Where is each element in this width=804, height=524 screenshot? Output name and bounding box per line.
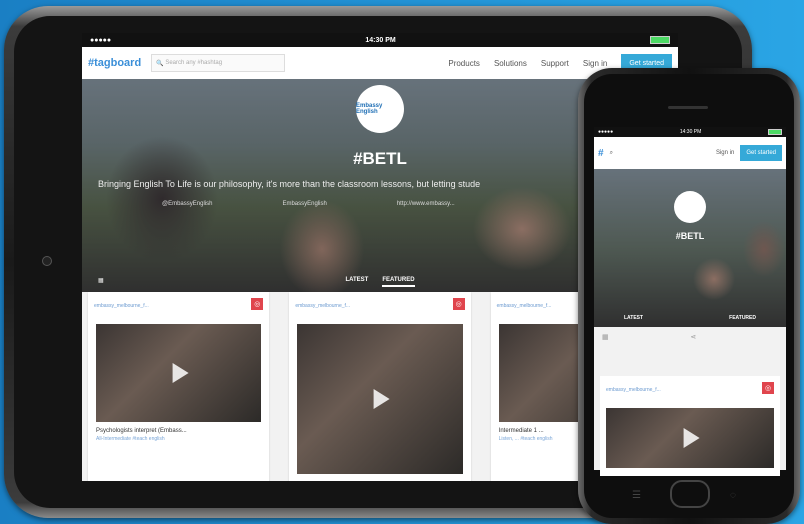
phone-toolbar: ▦ ⋖	[594, 327, 786, 347]
tab-latest[interactable]: LATEST	[624, 315, 643, 321]
grid-view-icon[interactable]: ▦	[602, 333, 609, 341]
tablet-camera	[42, 256, 52, 266]
tagboard-logo[interactable]: #tagboard	[88, 57, 141, 69]
instagram-icon: ◎	[251, 298, 264, 310]
nav-link-products[interactable]: Products	[448, 59, 480, 68]
status-time: 14:30 PM	[365, 36, 396, 44]
card-user[interactable]: embassy_melbourne_f...	[94, 303, 149, 309]
card-header: embassy_melbourne_f...	[88, 292, 269, 320]
card-user[interactable]: embassy_melbourne_f...	[497, 303, 552, 309]
battery-icon	[767, 129, 782, 135]
card-header: embassy_melbourne_f...	[600, 376, 780, 404]
instagram-icon: ◎	[452, 298, 465, 310]
home-button[interactable]	[670, 480, 710, 508]
video-thumbnail[interactable]	[96, 324, 262, 422]
card-user[interactable]: embassy_melbourne_f...	[295, 303, 350, 309]
instagram-icon: ◎	[762, 382, 774, 394]
post-card[interactable]: embassy_melbourne_f... ◎ Psychologists i…	[88, 292, 270, 481]
post-card[interactable]: embassy_melbourne_f... ◎	[289, 292, 471, 481]
search-icon[interactable]: ⌕	[610, 150, 613, 157]
nav-link-signin[interactable]: Sign in	[716, 150, 734, 156]
embassy-english-badge	[674, 191, 706, 223]
status-bar: ●●●●● 14:30 PM	[82, 33, 678, 47]
card-title: Psychologists interpret (Embass...	[96, 428, 187, 434]
card-header: embassy_melbourne_f...	[289, 292, 470, 320]
tab-featured[interactable]: FEATURED	[382, 277, 415, 287]
website-link[interactable]: http://www.embassy...	[397, 201, 455, 207]
nav-link-support[interactable]: Support	[541, 59, 569, 68]
search-placeholder: Search any #hashtag	[165, 60, 223, 66]
video-thumbnail[interactable]	[606, 408, 774, 468]
carrier-signal: ●●●●●	[598, 129, 614, 135]
battery-icon	[650, 36, 670, 44]
hashtag-title: #BETL	[675, 231, 705, 241]
phone-status-bar: ●●●●● 14:30 PM	[594, 127, 786, 137]
phone-navbar: # ⌕ Sign in Get started	[594, 137, 786, 169]
phone-speaker	[668, 106, 708, 109]
carrier-signal: ●●●●●	[90, 36, 112, 44]
share-icon[interactable]: ⋖	[690, 333, 696, 341]
card-user[interactable]: embassy_melbourne_f...	[606, 387, 661, 393]
menu-icon[interactable]: ☰	[632, 490, 641, 501]
get-started-button[interactable]: Get started	[740, 145, 782, 161]
top-navbar: #tagboard 🔍 Search any #hashtag Products…	[82, 47, 678, 79]
search-icon: 🔍	[156, 60, 166, 67]
play-icon[interactable]	[683, 428, 700, 448]
card-subtitle: All-Intermediate #teach english	[96, 436, 165, 442]
video-thumbnail[interactable]	[297, 324, 463, 474]
tagboard-logo[interactable]: #	[598, 148, 604, 159]
facebook-link[interactable]: EmbassyEnglish	[282, 201, 326, 207]
embassy-english-badge: Embassy English	[356, 85, 404, 133]
status-time: 14:30 PM	[679, 129, 702, 135]
back-icon[interactable]: ◌	[730, 490, 736, 501]
feed-tabs: LATEST FEATURED	[594, 315, 786, 321]
nav-link-signin[interactable]: Sign in	[583, 59, 607, 68]
tab-latest[interactable]: LATEST	[345, 277, 368, 287]
tab-featured[interactable]: FEATURED	[729, 315, 756, 321]
post-card[interactable]: embassy_melbourne_f... ◎	[600, 376, 780, 476]
phone-hero: #BETL LATEST FEATURED	[594, 169, 786, 327]
twitter-link[interactable]: @EmbassyEnglish	[162, 201, 212, 207]
play-icon[interactable]	[172, 363, 189, 383]
play-icon[interactable]	[373, 389, 390, 409]
social-links: @EmbassyEnglish EmbassyEnglish http://ww…	[162, 201, 455, 207]
nav-link-solutions[interactable]: Solutions	[494, 59, 527, 68]
search-input[interactable]: 🔍 Search any #hashtag	[151, 54, 286, 72]
